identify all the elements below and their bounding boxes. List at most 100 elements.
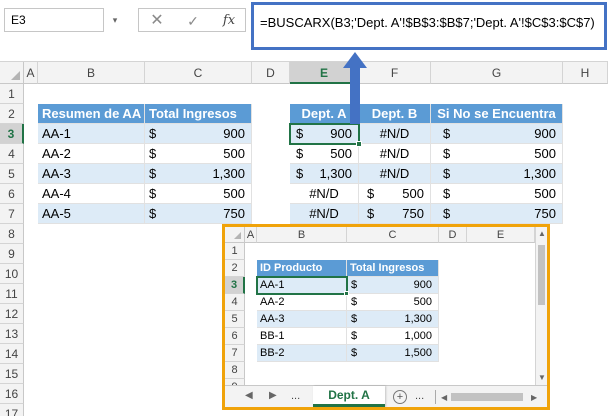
row-header-8[interactable]: 8 bbox=[0, 224, 24, 244]
row-header-2[interactable]: 2 bbox=[0, 104, 24, 124]
table-cell[interactable]: BB-2 bbox=[257, 345, 347, 362]
row-header-6[interactable]: 6 bbox=[225, 328, 245, 345]
select-all-corner[interactable] bbox=[225, 227, 245, 243]
row-header-9[interactable]: 9 bbox=[0, 244, 24, 264]
table-cell[interactable]: $500 bbox=[431, 144, 563, 164]
table-cell[interactable]: $750 bbox=[431, 204, 563, 224]
table-cell[interactable]: $1,500 bbox=[347, 345, 439, 362]
row-header-16[interactable]: 16 bbox=[0, 384, 24, 404]
table-cell[interactable]: $500 bbox=[347, 294, 439, 311]
row-header-12[interactable]: 12 bbox=[0, 304, 24, 324]
row-header-4[interactable]: 4 bbox=[0, 144, 24, 164]
row-header-5[interactable]: 5 bbox=[0, 164, 24, 184]
row-header-1[interactable]: 1 bbox=[225, 243, 245, 260]
table-cell[interactable]: $500 bbox=[431, 184, 563, 204]
select-all-corner[interactable] bbox=[0, 62, 24, 84]
table-cell[interactable]: $1,300 bbox=[431, 164, 563, 184]
function-icon[interactable]: fx bbox=[219, 12, 239, 30]
column-header-e[interactable]: E bbox=[467, 227, 535, 243]
table-cell[interactable]: BB-1 bbox=[257, 328, 347, 345]
column-header-b[interactable]: B bbox=[257, 227, 347, 243]
table-cell[interactable]: $500 bbox=[145, 184, 252, 204]
column-header-g[interactable]: G bbox=[431, 62, 563, 84]
table-cell[interactable]: AA-4 bbox=[38, 184, 145, 204]
row-header-10[interactable]: 10 bbox=[0, 264, 24, 284]
more-sheets-right-button[interactable]: ... bbox=[415, 390, 424, 402]
table-cell[interactable]: $1,000 bbox=[347, 328, 439, 345]
table-cell[interactable]: $500 bbox=[145, 144, 252, 164]
active-cell-selection[interactable] bbox=[289, 123, 360, 145]
table-cell[interactable]: $900 bbox=[145, 124, 252, 144]
cancel-icon[interactable]: ✕ bbox=[147, 12, 167, 30]
column-header-h[interactable]: H bbox=[563, 62, 608, 84]
name-box-dropdown-icon[interactable]: ▾ bbox=[110, 14, 120, 26]
name-box[interactable]: E3 bbox=[4, 8, 104, 32]
row-header-13[interactable]: 13 bbox=[0, 324, 24, 344]
lookup-header-not-found[interactable]: Si No se Encuentra bbox=[431, 104, 563, 124]
row-header-3[interactable]: 3 bbox=[225, 277, 245, 294]
column-header-a[interactable]: A bbox=[24, 62, 38, 84]
lookup-header-dept-a[interactable]: Dept. A bbox=[290, 104, 359, 124]
row-header-2[interactable]: 2 bbox=[225, 260, 245, 277]
table-cell[interactable]: $750 bbox=[359, 204, 431, 224]
scroll-thumb[interactable] bbox=[538, 245, 545, 305]
check-icon[interactable]: ✓ bbox=[183, 12, 203, 30]
add-sheet-icon[interactable]: + bbox=[393, 390, 407, 404]
fill-handle[interactable] bbox=[356, 141, 362, 147]
sheet-tab-dept-a[interactable]: Dept. A bbox=[313, 386, 385, 407]
row-header-5[interactable]: 5 bbox=[225, 311, 245, 328]
scroll-down-icon[interactable]: ▼ bbox=[538, 373, 546, 382]
lookup-header-dept-b[interactable]: Dept. B bbox=[359, 104, 431, 124]
table-cell[interactable]: $500 bbox=[290, 144, 359, 164]
table-cell[interactable]: #N/D bbox=[290, 184, 359, 204]
table-cell[interactable]: $1,300 bbox=[145, 164, 252, 184]
inset-header-id[interactable]: ID Producto bbox=[257, 260, 347, 277]
table-cell[interactable]: #N/D bbox=[359, 124, 431, 144]
row-header-14[interactable]: 14 bbox=[0, 344, 24, 364]
table-cell[interactable]: $900 bbox=[431, 124, 563, 144]
table-cell[interactable]: $1,300 bbox=[290, 164, 359, 184]
vertical-scrollbar[interactable]: ▲ ▼ bbox=[535, 227, 547, 385]
row-header-6[interactable]: 6 bbox=[0, 184, 24, 204]
table-cell[interactable]: AA-2 bbox=[257, 294, 347, 311]
fill-handle[interactable] bbox=[344, 291, 349, 296]
summary-header-total[interactable]: Total Ingresos bbox=[145, 104, 252, 124]
scroll-thumb[interactable] bbox=[451, 393, 523, 401]
column-header-f[interactable]: F bbox=[359, 62, 431, 84]
column-header-b[interactable]: B bbox=[38, 62, 145, 84]
row-header-4[interactable]: 4 bbox=[225, 294, 245, 311]
table-cell[interactable]: AA-1 bbox=[38, 124, 145, 144]
table-cell[interactable]: AA-3 bbox=[257, 311, 347, 328]
prev-sheet-icon[interactable]: ◀ bbox=[245, 390, 253, 401]
table-cell[interactable]: AA-5 bbox=[38, 204, 145, 224]
more-sheets-left-button[interactable]: ... bbox=[291, 390, 300, 402]
table-cell[interactable]: #N/D bbox=[359, 164, 431, 184]
column-header-c[interactable]: C bbox=[145, 62, 252, 84]
row-header-7[interactable]: 7 bbox=[0, 204, 24, 224]
row-header-7[interactable]: 7 bbox=[225, 345, 245, 362]
column-header-a[interactable]: A bbox=[245, 227, 257, 243]
table-cell[interactable]: $900 bbox=[347, 277, 439, 294]
row-header-8[interactable]: 8 bbox=[225, 362, 245, 379]
table-cell[interactable]: #N/D bbox=[290, 204, 359, 224]
next-sheet-icon[interactable]: ▶ bbox=[269, 390, 277, 401]
formula-input[interactable]: =BUSCARX(B3;'Dept. A'!$B$3:$B$7;'Dept. A… bbox=[251, 2, 607, 50]
inset-header-total[interactable]: Total Ingresos bbox=[347, 260, 439, 277]
column-header-d[interactable]: D bbox=[439, 227, 467, 243]
active-cell-selection[interactable] bbox=[256, 276, 348, 295]
table-cell[interactable]: $1,300 bbox=[347, 311, 439, 328]
table-cell[interactable]: #N/D bbox=[359, 144, 431, 164]
table-cell[interactable]: $750 bbox=[145, 204, 252, 224]
table-cell[interactable]: AA-3 bbox=[38, 164, 145, 184]
column-header-d[interactable]: D bbox=[252, 62, 290, 84]
scroll-left-icon[interactable]: ◀ bbox=[441, 393, 447, 402]
row-header-17[interactable]: 17 bbox=[0, 404, 24, 416]
summary-header-id[interactable]: Resumen de AA bbox=[38, 104, 145, 124]
horizontal-scrollbar[interactable]: ◀ ▶ bbox=[441, 391, 545, 403]
table-cell[interactable]: $500 bbox=[359, 184, 431, 204]
scroll-up-icon[interactable]: ▲ bbox=[538, 229, 546, 238]
scroll-right-icon[interactable]: ▶ bbox=[531, 393, 537, 402]
row-header-15[interactable]: 15 bbox=[0, 364, 24, 384]
row-header-1[interactable]: 1 bbox=[0, 84, 24, 104]
row-header-11[interactable]: 11 bbox=[0, 284, 24, 304]
